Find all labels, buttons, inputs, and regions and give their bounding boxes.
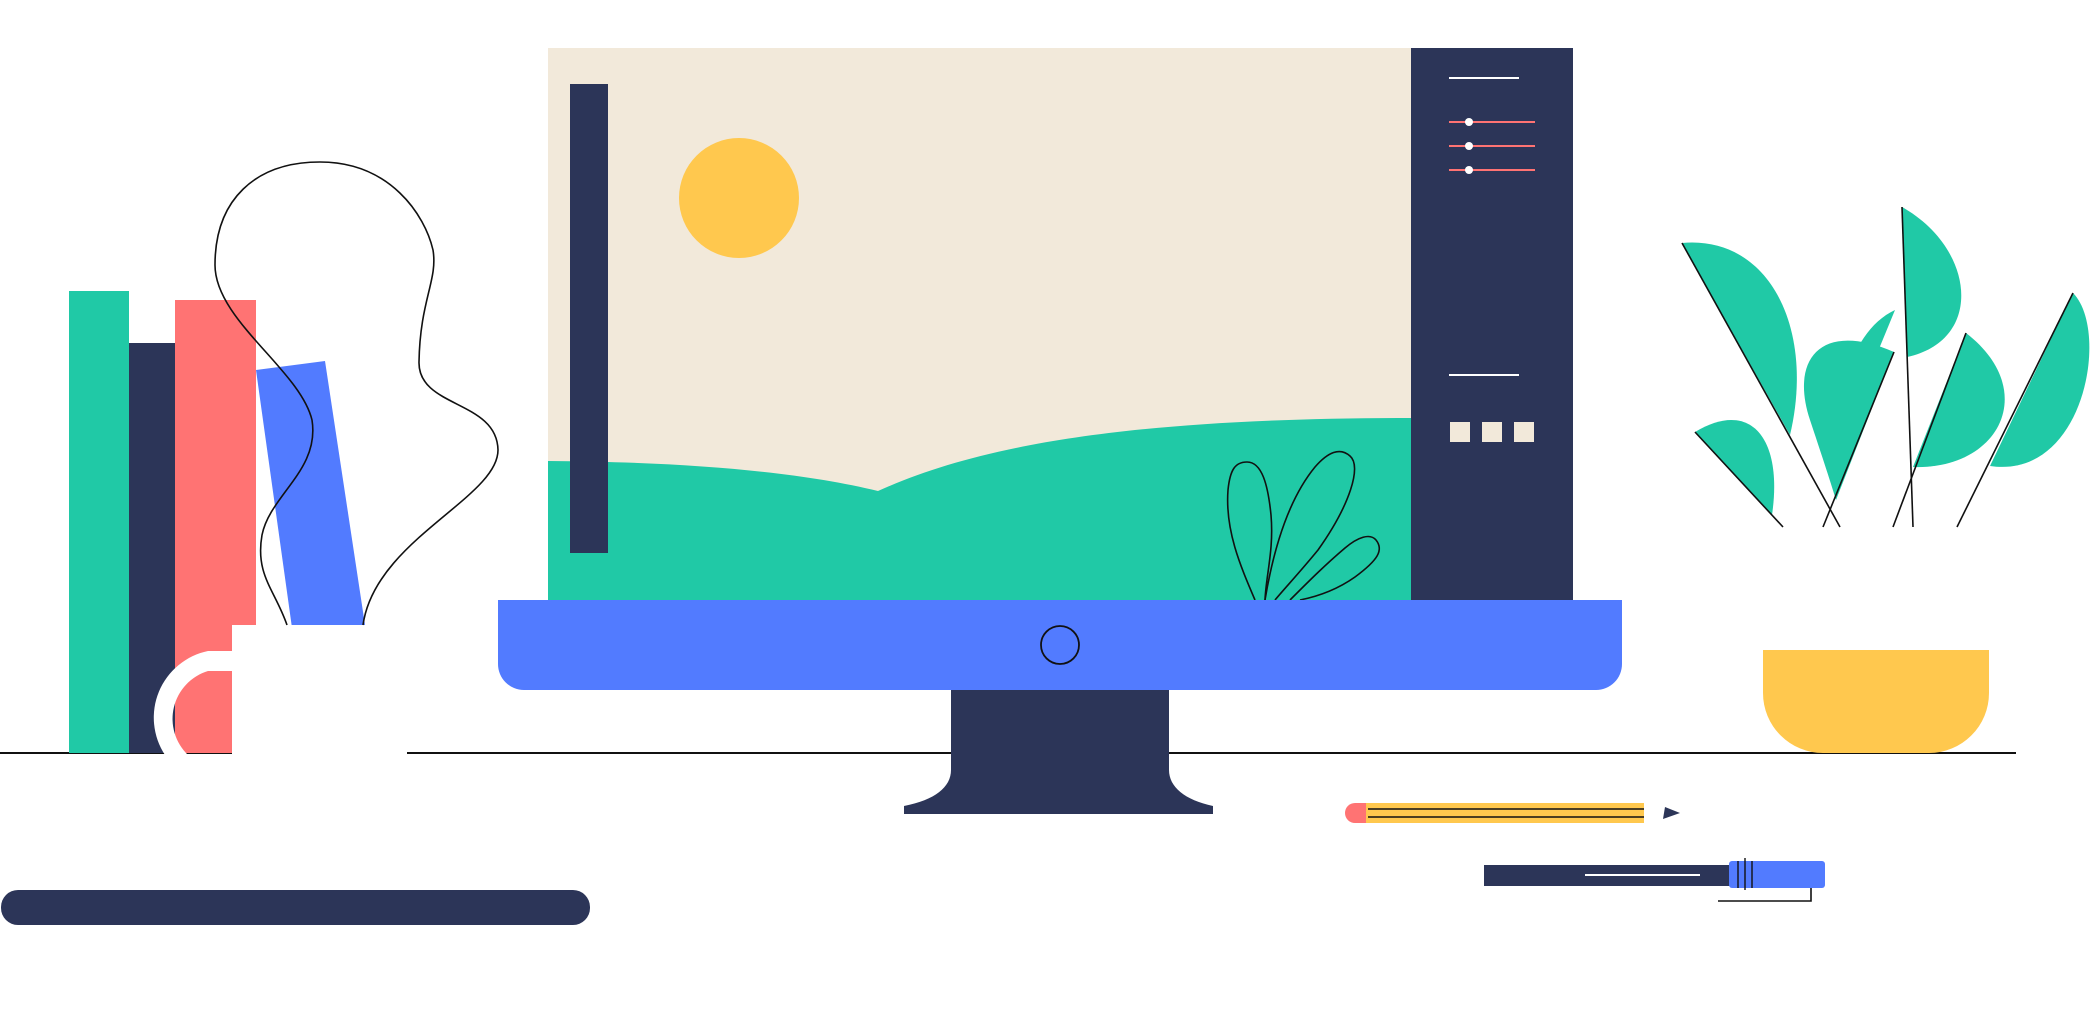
floor-bar	[1, 890, 590, 925]
swatch-group	[1450, 422, 1534, 442]
screen-sidebar	[1411, 48, 1573, 600]
plant	[1681, 206, 2090, 528]
screen-left-bar	[570, 84, 608, 553]
monitor-screen	[548, 48, 1573, 600]
pen	[1484, 858, 1825, 902]
sun	[679, 138, 799, 258]
desk-illustration	[0, 48, 2090, 925]
book-green	[69, 291, 129, 753]
monitor-chin	[498, 600, 1622, 690]
cord-line	[214, 161, 499, 626]
pencil	[1345, 803, 1680, 823]
plant-pot	[1763, 650, 1989, 753]
